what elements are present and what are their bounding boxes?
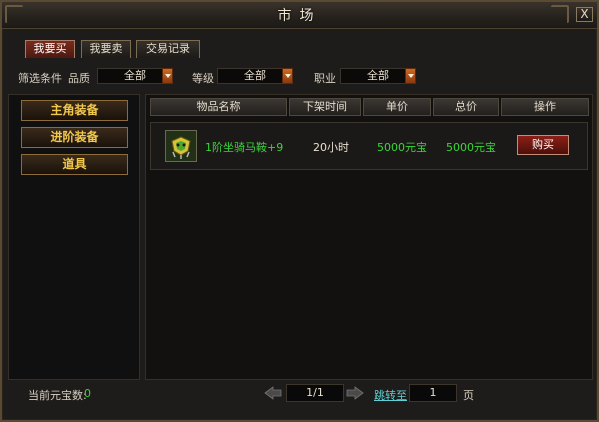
next-arrow-icon[interactable] [346, 386, 364, 400]
dropdown-arrow-icon[interactable] [405, 68, 416, 84]
column-header-action: 操作 [501, 98, 589, 116]
profession-label: 职业 [314, 72, 336, 85]
title-bar: 市场 X [2, 2, 597, 29]
window-title: 市场 [277, 8, 322, 24]
table-row[interactable]: 1阶坐骑马鞍+9 20小时 5000元宝 5000元宝 购买 [150, 122, 588, 170]
category-hero-equipment[interactable]: 主角装备 [21, 100, 128, 121]
category-advanced-equipment[interactable]: 进阶装备 [21, 127, 128, 148]
level-label: 等级 [192, 72, 214, 85]
footer: 当前元宝数: 0 1/1 跳转至 1 页 [2, 384, 599, 404]
column-header-name: 物品名称 [150, 98, 287, 116]
profession-select[interactable]: 全部 [340, 68, 416, 84]
level-value: 全部 [244, 69, 266, 82]
filter-row: 筛选条件 品质 全部 等级 全部 职业 全部 [2, 66, 599, 86]
buy-button[interactable]: 购买 [517, 135, 569, 155]
quality-select[interactable]: 全部 [97, 68, 173, 84]
prev-arrow-icon[interactable] [264, 386, 282, 400]
item-time: 20小时 [313, 141, 349, 154]
balance-label: 当前元宝数: [28, 389, 87, 402]
column-header-total-price: 总价 [433, 98, 499, 116]
tab-trade-history[interactable]: 交易记录 [136, 40, 200, 58]
profession-value: 全部 [367, 69, 389, 82]
jump-page-input[interactable]: 1 [409, 384, 457, 402]
item-total-price: 5000元宝 [446, 141, 496, 154]
item-name: 1阶坐骑马鞍+9 [205, 141, 284, 154]
market-window: 市场 X 我要买 我要卖 交易记录 筛选条件 品质 全部 等级 全部 职业 全部… [0, 0, 599, 422]
saddle-icon[interactable] [165, 130, 197, 162]
column-header-time: 下架时间 [289, 98, 361, 116]
column-header-unit-price: 单价 [363, 98, 431, 116]
quality-value: 全部 [124, 69, 146, 82]
close-button[interactable]: X [576, 7, 593, 22]
quality-label: 品质 [68, 72, 90, 85]
listing-panel: 物品名称 下架时间 单价 总价 操作 1阶坐骑马鞍+9 20小时 5000元宝 … [145, 94, 593, 380]
balance-value: 0 [84, 387, 91, 400]
jump-to-link[interactable]: 跳转至 [374, 387, 407, 403]
tab-sell[interactable]: 我要卖 [81, 40, 131, 58]
tab-buy[interactable]: 我要买 [25, 40, 75, 58]
category-items[interactable]: 道具 [21, 154, 128, 175]
level-select[interactable]: 全部 [217, 68, 293, 84]
category-panel: 主角装备 进阶装备 道具 [8, 94, 140, 380]
page-suffix: 页 [463, 389, 474, 402]
dropdown-arrow-icon[interactable] [162, 68, 173, 84]
dropdown-arrow-icon[interactable] [282, 68, 293, 84]
item-unit-price: 5000元宝 [377, 141, 427, 154]
page-indicator: 1/1 [286, 384, 344, 402]
filter-label: 筛选条件 [18, 72, 62, 85]
